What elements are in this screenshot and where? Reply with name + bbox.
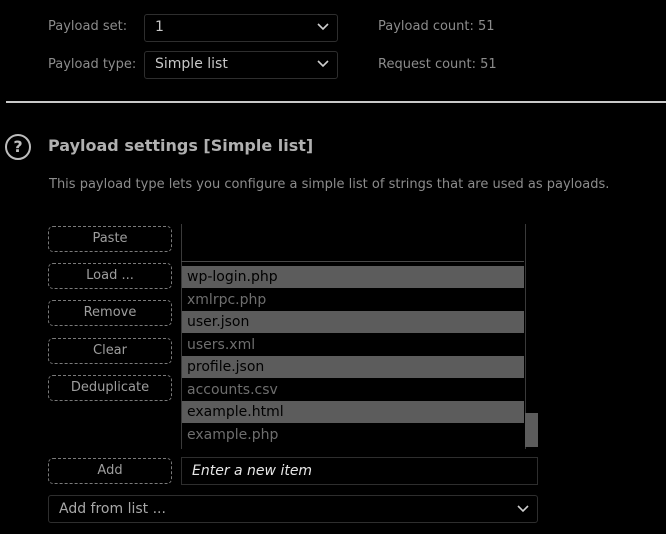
payload-count: Payload count: 51 — [378, 19, 495, 34]
remove-button[interactable]: Remove — [48, 300, 172, 326]
add-from-list-label: Add from list ... — [59, 501, 166, 517]
list-scrollbar-thumb[interactable] — [525, 413, 538, 447]
chevron-down-icon — [317, 60, 329, 68]
load-button[interactable]: Load ... — [48, 263, 172, 289]
payload-type-select[interactable]: Simple list — [144, 51, 338, 79]
list-partial-row-line — [181, 261, 524, 262]
payload-type-label: Payload type: — [48, 57, 137, 72]
clear-button[interactable]: Clear — [48, 338, 172, 364]
section-description: This payload type lets you configure a s… — [49, 177, 610, 192]
paste-button[interactable]: Paste — [48, 226, 172, 252]
list-item[interactable]: example.php — [182, 424, 524, 446]
chevron-down-icon — [317, 23, 329, 31]
add-button[interactable]: Add — [48, 458, 172, 484]
list-item[interactable]: user.json — [182, 311, 524, 333]
payload-type-value: Simple list — [155, 56, 228, 72]
payload-set-label: Payload set: — [48, 19, 128, 34]
add-from-list-select[interactable]: Add from list ... — [48, 495, 538, 523]
new-item-input[interactable]: Enter a new item — [181, 457, 538, 485]
payload-set-value: 1 — [155, 19, 164, 35]
list-item[interactable]: users.xml — [182, 334, 524, 356]
deduplicate-button[interactable]: Deduplicate — [48, 375, 172, 401]
payload-set-select[interactable]: 1 — [144, 14, 338, 42]
help-icon[interactable]: ? — [5, 134, 31, 160]
section-title: Payload settings [Simple list] — [48, 136, 314, 155]
section-divider — [6, 101, 666, 103]
list-item[interactable]: accounts.csv — [182, 379, 524, 401]
list-item[interactable]: profile.json — [182, 356, 524, 378]
list-item[interactable]: example.html — [182, 401, 524, 423]
request-count: Request count: 51 — [378, 57, 497, 72]
list-item[interactable]: wp-login.php — [182, 266, 524, 288]
chevron-down-icon — [517, 505, 529, 513]
list-item[interactable]: xmlrpc.php — [182, 289, 524, 311]
